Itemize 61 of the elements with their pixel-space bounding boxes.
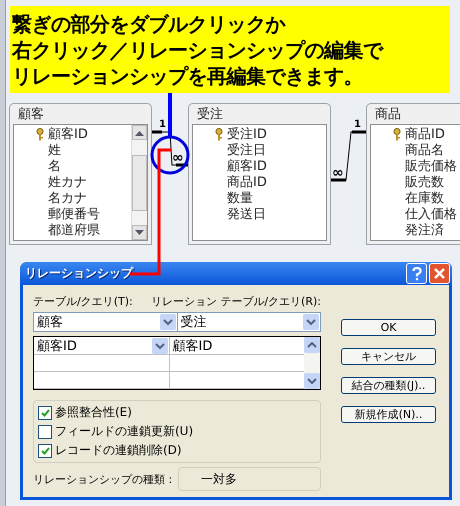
type-label: リレーションシップの種類 : xyxy=(33,472,172,486)
scrollbar[interactable] xyxy=(131,125,147,240)
table-box[interactable]: 顧客 顧客ID 姓 名 姓カナ 名カナ 郵便番号 都道府県 xyxy=(9,103,152,245)
field-name[interactable]: 発送日 xyxy=(227,205,266,223)
option-label[interactable]: 参照整合性(E) xyxy=(55,404,132,421)
field-name[interactable]: 受注日 xyxy=(227,141,266,159)
table-title: 顧客 xyxy=(17,106,45,124)
callout-text: 繋ぎの部分をダブルクリックか xyxy=(12,10,286,36)
field-name[interactable]: 販売価格 xyxy=(405,157,457,175)
dialog-button[interactable]: キャンセル xyxy=(341,348,436,365)
related-table-dropdown[interactable]: 受注 xyxy=(176,313,320,331)
caret-icon[interactable] xyxy=(303,314,319,330)
scrollbar[interactable] xyxy=(304,337,320,389)
field-name[interactable]: 郵便番号 xyxy=(48,205,100,223)
related-table-label: リレーション テーブル/クエリ(R): xyxy=(150,294,321,309)
field-dropdown[interactable]: 顧客ID xyxy=(37,336,77,354)
callout-text: 右クリック／リレーションシップの編集で xyxy=(12,36,384,62)
option-label[interactable]: レコードの連鎖削除(D) xyxy=(55,442,182,459)
field-name[interactable]: 顧客ID xyxy=(227,157,267,175)
table-box[interactable]: 受注 受注ID 受注日 顧客ID 商品ID 数量 発送日 xyxy=(188,103,331,245)
field-name[interactable]: 姓 xyxy=(48,141,61,159)
option-label[interactable]: フィールドの連鎖更新(U) xyxy=(55,423,194,440)
checkbox[interactable] xyxy=(38,424,52,438)
scroll-up-icon[interactable] xyxy=(135,130,144,136)
field-name[interactable]: 発注済 xyxy=(405,221,444,239)
scroll-down-icon[interactable] xyxy=(307,378,317,384)
table-title: 商品 xyxy=(374,106,402,124)
dialog-title: リレーションシップ xyxy=(25,265,133,282)
field-name[interactable]: 商品ID xyxy=(227,173,267,191)
table-title: 受注 xyxy=(196,106,224,124)
dialog-button[interactable]: 新規作成(N).. xyxy=(341,406,436,423)
relationship-line[interactable]: 1 ∞ xyxy=(150,119,190,166)
scroll-up-icon[interactable] xyxy=(307,342,317,348)
field-name[interactable]: 販売数 xyxy=(405,173,444,191)
caret-icon[interactable] xyxy=(160,314,176,330)
field-name[interactable]: 名カナ xyxy=(48,189,87,207)
dialog-button[interactable]: 結合の種類(J).. xyxy=(341,377,436,394)
field-name[interactable]: 数量 xyxy=(227,189,253,207)
field-name[interactable]: 商品ID xyxy=(405,125,445,143)
type-value: 一対多 xyxy=(178,467,321,491)
table-dropdown[interactable]: 顧客 xyxy=(34,313,176,331)
field-name[interactable]: 仕入価格 xyxy=(405,205,457,223)
field-name[interactable]: 名 xyxy=(48,157,61,175)
field-name[interactable]: 姓カナ xyxy=(48,173,87,191)
related-field[interactable]: 顧客ID xyxy=(172,336,212,354)
field-name[interactable]: 商品名 xyxy=(405,141,444,159)
checkbox[interactable] xyxy=(38,444,52,458)
dialog-button[interactable]: OK xyxy=(341,319,436,336)
field-name[interactable]: 受注ID xyxy=(227,125,267,143)
field-name[interactable]: 在庫数 xyxy=(405,189,444,207)
scroll-down-icon[interactable] xyxy=(135,230,144,236)
caret-icon[interactable] xyxy=(152,338,168,354)
callout-text: リレーションシップを再編集できます。 xyxy=(12,62,364,88)
table-box[interactable]: 商品 商品ID 商品名 販売価格 販売数 在庫数 仕入価格 発注済 xyxy=(366,103,460,245)
checkbox[interactable] xyxy=(38,406,52,420)
relationship-line[interactable]: 1 ∞ xyxy=(330,119,368,182)
help-icon[interactable] xyxy=(406,263,427,284)
field-name[interactable]: 都道府県 xyxy=(48,221,100,239)
table-label: テーブル/クエリ(T): xyxy=(33,294,134,309)
field-name[interactable]: 顧客ID xyxy=(48,125,88,143)
close-icon[interactable] xyxy=(429,263,450,284)
